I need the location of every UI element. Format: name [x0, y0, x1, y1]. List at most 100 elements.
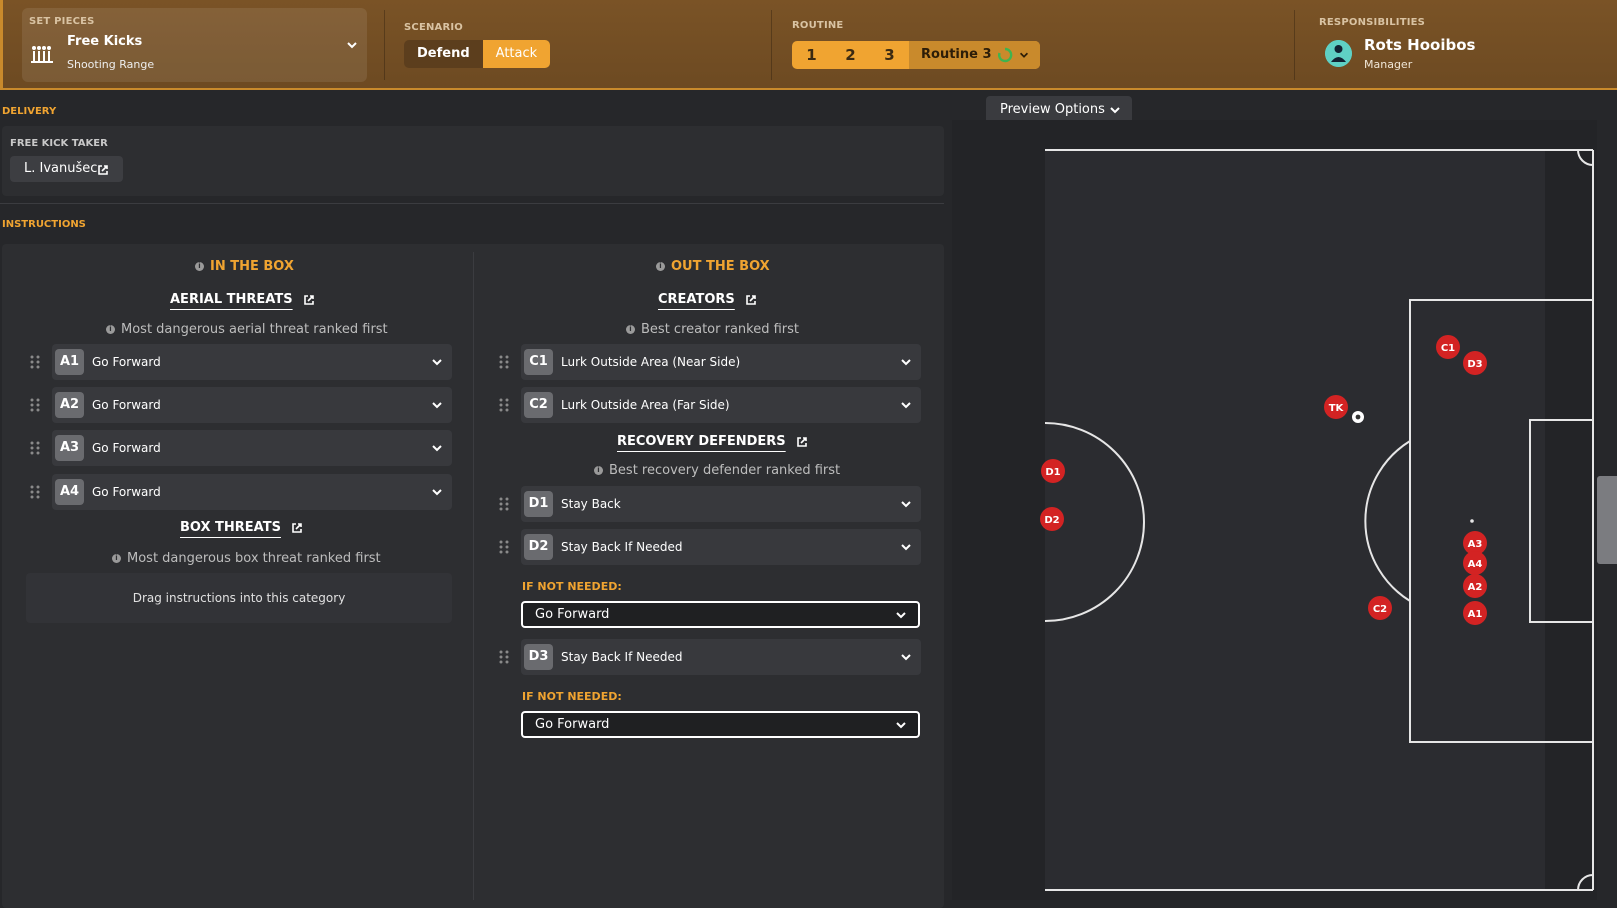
- chevron-down-icon: [432, 402, 442, 409]
- instructions-label: INSTRUCTIONS: [2, 219, 86, 230]
- drag-handle-icon[interactable]: [499, 497, 509, 511]
- drag-handle-icon[interactable]: [30, 398, 40, 412]
- in-the-box-heading: i IN THE BOX: [195, 259, 294, 274]
- list-item: A2 Go Forward: [30, 387, 452, 423]
- instruction-value: Stay Back: [561, 497, 621, 511]
- instruction-value: Go Forward: [92, 355, 161, 369]
- instruction-dropdown[interactable]: A4 Go Forward: [52, 474, 452, 510]
- scenario-defend-button[interactable]: Defend: [404, 40, 483, 68]
- instruction-value: Go Forward: [92, 485, 161, 499]
- player-marker-d2[interactable]: D2: [1040, 507, 1064, 531]
- routine-2-button[interactable]: 2: [831, 41, 870, 69]
- aerial-threats-hint-text: Most dangerous aerial threat ranked firs…: [121, 322, 388, 337]
- player-marker-d3[interactable]: D3: [1463, 351, 1487, 375]
- chevron-down-icon: [901, 402, 911, 409]
- in-the-box-title: IN THE BOX: [210, 259, 294, 274]
- box-threats-label: BOX THREATS: [180, 520, 281, 535]
- recovery-defenders-label: RECOVERY DEFENDERS: [617, 434, 786, 449]
- player-marker-tk[interactable]: TK: [1324, 395, 1348, 419]
- responsibilities-label: RESPONSIBILITIES: [1319, 17, 1426, 28]
- delivery-panel: [2, 126, 944, 196]
- ball-icon: [1352, 411, 1364, 423]
- drag-handle-icon[interactable]: [499, 398, 509, 412]
- list-item: A3 Go Forward: [30, 430, 452, 466]
- set-piece-header: SET PIECES Free Kicks Shooting Range SCE…: [0, 0, 1617, 90]
- scenario-attack-button[interactable]: Attack: [482, 40, 551, 68]
- player-tag: A2: [55, 392, 84, 418]
- list-item: D3 Stay Back If Needed: [499, 639, 921, 675]
- instruction-dropdown[interactable]: A3 Go Forward: [52, 430, 452, 466]
- player-marker-c1[interactable]: C1: [1436, 335, 1460, 359]
- routine-1-button[interactable]: 1: [792, 41, 831, 69]
- chevron-down-icon: [901, 501, 911, 508]
- creators-title[interactable]: CREATORS: [658, 292, 757, 307]
- out-the-box-title: OUT THE BOX: [671, 259, 770, 274]
- recovery-defenders-title[interactable]: RECOVERY DEFENDERS: [617, 434, 808, 449]
- instruction-dropdown[interactable]: A1 Go Forward: [52, 344, 452, 380]
- drag-handle-icon[interactable]: [30, 355, 40, 369]
- instruction-dropdown[interactable]: A2 Go Forward: [52, 387, 452, 423]
- creators-hint: i Best creator ranked first: [626, 322, 799, 337]
- set-piece-subtitle: Shooting Range: [67, 58, 155, 71]
- list-item: C1 Lurk Outside Area (Near Side): [499, 344, 921, 380]
- player-tag: D2: [524, 534, 553, 560]
- player-tag: C2: [524, 392, 553, 418]
- if-not-needed-select[interactable]: Go Forward: [521, 601, 920, 628]
- external-link-icon: [303, 294, 314, 305]
- drag-handle-icon[interactable]: [499, 650, 509, 664]
- info-icon: i: [195, 262, 204, 271]
- drag-handle-icon[interactable]: [499, 355, 509, 369]
- list-item: D2 Stay Back If Needed: [499, 529, 921, 565]
- svg-text:C1: C1: [1441, 343, 1455, 354]
- taker-name: L. Ivanušec: [24, 161, 98, 176]
- box-threats-drop-zone[interactable]: Drag instructions into this category: [26, 573, 452, 623]
- instruction-value: Lurk Outside Area (Near Side): [561, 355, 741, 369]
- scrollbar-thumb[interactable]: [1597, 476, 1617, 564]
- chevron-down-icon: [432, 489, 442, 496]
- box-threats-title[interactable]: BOX THREATS: [180, 520, 303, 535]
- instruction-dropdown[interactable]: C1 Lurk Outside Area (Near Side): [521, 344, 921, 380]
- chevron-down-icon: [432, 445, 442, 452]
- drag-handle-icon[interactable]: [30, 485, 40, 499]
- chevron-down-icon: [901, 359, 911, 366]
- if-not-needed-label: IF NOT NEEDED:: [522, 580, 622, 593]
- aerial-threats-title[interactable]: AERIAL THREATS: [170, 292, 315, 307]
- header-divider: [1294, 10, 1295, 80]
- instruction-dropdown[interactable]: C2 Lurk Outside Area (Far Side): [521, 387, 921, 423]
- list-item: A1 Go Forward: [30, 344, 452, 380]
- drag-handle-icon[interactable]: [30, 441, 40, 455]
- refresh-icon: [997, 47, 1012, 63]
- responsible-person-name[interactable]: Rots Hooibos: [1364, 36, 1475, 54]
- routine-dropdown[interactable]: Routine 3: [909, 41, 1040, 69]
- player-marker-a1[interactable]: A1: [1463, 601, 1487, 625]
- drag-handle-icon[interactable]: [499, 540, 509, 554]
- free-kick-taker-button[interactable]: L. Ivanušec: [10, 156, 123, 182]
- svg-text:D3: D3: [1467, 359, 1482, 370]
- info-icon: i: [594, 466, 603, 475]
- player-marker-a2[interactable]: A2: [1463, 574, 1487, 598]
- if-not-needed-value: Go Forward: [535, 717, 610, 732]
- external-link-icon: [796, 436, 807, 447]
- instruction-dropdown[interactable]: D1 Stay Back: [521, 486, 921, 522]
- player-tag: A4: [55, 479, 84, 505]
- chevron-down-icon: [901, 544, 911, 551]
- if-not-needed-select[interactable]: Go Forward: [521, 711, 920, 738]
- player-marker-d1[interactable]: D1: [1041, 459, 1065, 483]
- header-divider: [384, 10, 385, 80]
- set-pieces-selector[interactable]: SET PIECES Free Kicks Shooting Range: [22, 8, 367, 82]
- player-tag: A1: [55, 349, 84, 375]
- svg-text:C2: C2: [1373, 604, 1387, 615]
- aerial-threats-hint: i Most dangerous aerial threat ranked fi…: [106, 322, 388, 337]
- routine-3-button[interactable]: 3: [870, 41, 909, 69]
- chevron-down-icon: [347, 42, 357, 49]
- player-marker-a4[interactable]: A4: [1463, 551, 1487, 575]
- instruction-dropdown[interactable]: D2 Stay Back If Needed: [521, 529, 921, 565]
- external-link-icon: [745, 294, 756, 305]
- external-link-icon: [292, 522, 302, 533]
- svg-text:A1: A1: [1468, 609, 1483, 620]
- instruction-dropdown[interactable]: D3 Stay Back If Needed: [521, 639, 921, 675]
- manager-avatar-icon[interactable]: [1325, 40, 1352, 67]
- creators-label: CREATORS: [658, 292, 735, 307]
- chevron-down-icon: [896, 722, 906, 729]
- player-marker-c2[interactable]: C2: [1368, 596, 1392, 620]
